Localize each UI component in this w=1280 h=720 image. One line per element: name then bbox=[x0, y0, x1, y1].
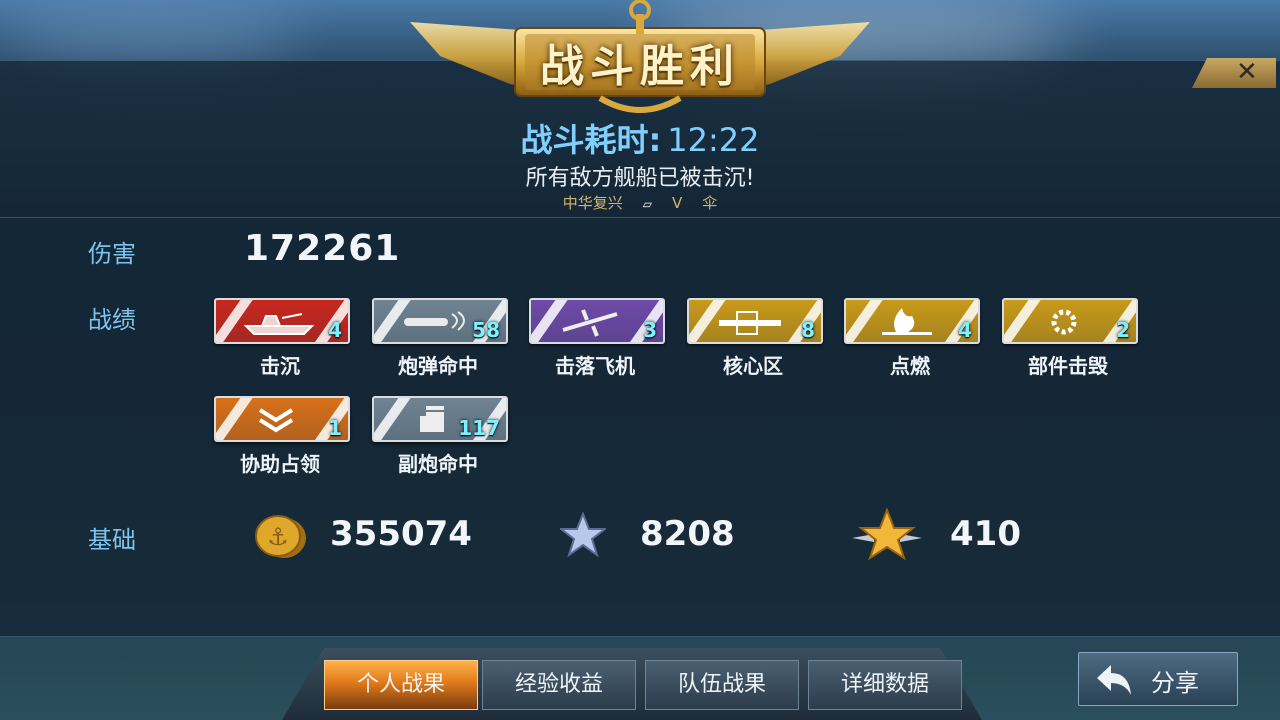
medal-count: 4 bbox=[328, 318, 342, 342]
tab-exp-gains[interactable]: 经验收益 bbox=[482, 660, 636, 710]
battle-result-text: 所有敌方舰船已被击沉! bbox=[525, 166, 755, 191]
medal-label: 部件击毁 bbox=[1028, 354, 1108, 378]
credits-value: 355074 bbox=[330, 514, 472, 554]
share-button[interactable]: 分享 bbox=[1078, 652, 1238, 706]
banner-title: 战斗胜利 bbox=[540, 41, 740, 92]
medal-item[interactable]: 117 副炮命中 bbox=[372, 396, 508, 476]
medal-badge[interactable]: 117 bbox=[372, 396, 508, 442]
citadel-icon bbox=[719, 311, 781, 335]
medal-count: 4 bbox=[958, 318, 972, 342]
medal-label: 副炮命中 bbox=[398, 452, 478, 476]
commander-exp-icon bbox=[852, 508, 922, 561]
plane-icon bbox=[562, 309, 618, 337]
medal-item[interactable]: 58 炮弹命中 bbox=[372, 298, 508, 378]
fire-icon bbox=[882, 308, 932, 335]
medal-badge[interactable]: 58 bbox=[372, 298, 508, 344]
exp-star-icon bbox=[560, 512, 606, 558]
battle-duration: 战斗耗时: 12:22 bbox=[0, 115, 1280, 161]
medal-count: 1 bbox=[328, 416, 342, 440]
commander-exp-value: 410 bbox=[950, 514, 1021, 554]
medal-label: 击落飞机 bbox=[555, 354, 635, 378]
victory-banner: 战斗胜利 bbox=[400, 0, 880, 120]
tab-detailed-data[interactable]: 详细数据 bbox=[808, 660, 962, 710]
medal-badge[interactable]: 4 bbox=[214, 298, 350, 344]
credits-coin-icon: ⚓ bbox=[255, 515, 306, 558]
gear-icon bbox=[1051, 309, 1077, 335]
medal-badge[interactable]: 3 bbox=[529, 298, 665, 344]
medal-label: 核心区 bbox=[723, 354, 783, 378]
medal-badge[interactable]: 4 bbox=[844, 298, 980, 344]
medal-label: 点燃 bbox=[890, 354, 930, 378]
ship-name: 中华复兴 bbox=[562, 194, 623, 212]
duration-label: 战斗耗时: bbox=[520, 121, 662, 159]
medal-item[interactable]: 4 点燃 bbox=[844, 298, 980, 378]
record-label: 战绩 bbox=[88, 306, 136, 334]
ship-icon bbox=[243, 313, 315, 335]
ship-info: 中华复兴 ▱ V 伞 bbox=[0, 192, 1280, 213]
medal-count: 117 bbox=[458, 416, 500, 440]
damage-value: 172261 bbox=[244, 228, 401, 269]
medal-label: 击沉 bbox=[260, 354, 300, 378]
medal-item[interactable]: 4 击沉 bbox=[214, 298, 350, 378]
medal-item[interactable]: 1 协助占领 bbox=[214, 396, 350, 476]
base-label: 基础 bbox=[88, 526, 136, 554]
medal-label: 炮弹命中 bbox=[398, 354, 478, 378]
ship-extra: 伞 bbox=[702, 194, 718, 212]
medal-badge[interactable]: 2 bbox=[1002, 298, 1138, 344]
tab-team-results[interactable]: 队伍战果 bbox=[645, 660, 799, 710]
divider bbox=[0, 217, 1280, 218]
svg-text:⚓: ⚓ bbox=[267, 523, 289, 551]
medal-count: 3 bbox=[643, 318, 657, 342]
medal-count: 2 bbox=[1116, 318, 1130, 342]
ship-tier: V bbox=[671, 194, 683, 212]
medal-count: 58 bbox=[472, 318, 500, 342]
medal-item[interactable]: 8 核心区 bbox=[687, 298, 823, 378]
medal-badge[interactable]: 8 bbox=[687, 298, 823, 344]
medal-badge[interactable]: 1 bbox=[214, 396, 350, 442]
shell-icon bbox=[404, 311, 465, 331]
medal-label: 协助占领 bbox=[240, 452, 320, 476]
sky-cloud bbox=[0, 0, 300, 60]
share-arrow-icon bbox=[1097, 665, 1131, 695]
share-label: 分享 bbox=[1151, 669, 1199, 697]
exp-value: 8208 bbox=[640, 514, 735, 554]
duration-value: 12:22 bbox=[667, 121, 760, 159]
chevron-icon bbox=[258, 408, 294, 433]
tab-personal-results[interactable]: 个人战果 bbox=[324, 660, 478, 710]
medal-count: 8 bbox=[801, 318, 815, 342]
ship-class-icon: ▱ bbox=[642, 197, 652, 211]
medal-item[interactable]: 3 击落飞机 bbox=[529, 298, 665, 378]
close-icon[interactable]: ✕ bbox=[1236, 58, 1258, 86]
medal-item[interactable]: 2 部件击毁 bbox=[1002, 298, 1138, 378]
damage-label: 伤害 bbox=[88, 240, 136, 268]
